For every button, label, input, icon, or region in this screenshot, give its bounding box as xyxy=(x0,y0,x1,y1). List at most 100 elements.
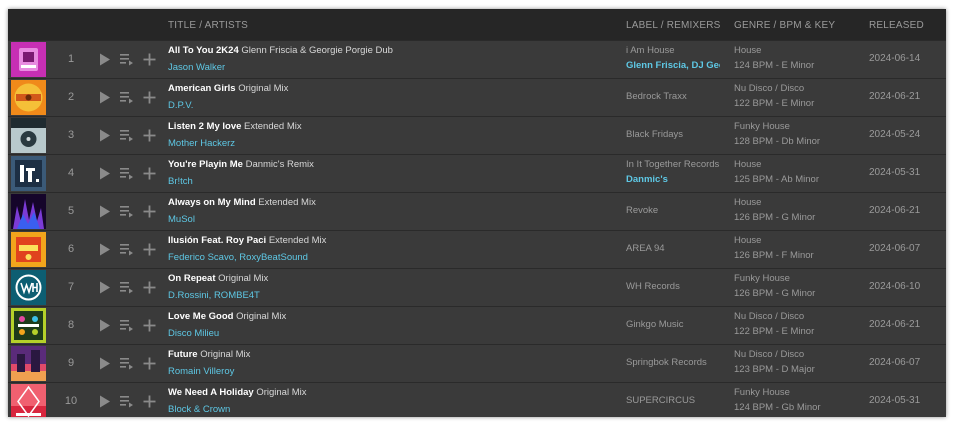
track-row[interactable]: 9 Future Original Mix Romain Villeroy Sprin… xyxy=(8,344,946,382)
track-artwork[interactable] xyxy=(11,194,46,229)
artist-link[interactable]: D.Rossini xyxy=(168,290,209,301)
track-title[interactable]: Love Me Good Original Mix xyxy=(168,311,608,322)
track-artwork[interactable] xyxy=(11,308,46,343)
track-title[interactable]: You're Playin Me Danmic's Remix xyxy=(168,159,608,170)
track-title[interactable]: We Need A Holiday Original Mix xyxy=(168,387,608,398)
label-link[interactable]: Revoke xyxy=(626,205,720,216)
genre-link[interactable]: House xyxy=(734,45,761,56)
track-artwork[interactable] xyxy=(11,156,46,191)
header-label-remixers[interactable]: LABEL / REMIXERS xyxy=(626,20,721,31)
track-title[interactable]: Ilusión Feat. Roy Paci Extended Mix xyxy=(168,235,608,246)
play-icon[interactable] xyxy=(97,204,112,219)
add-to-queue-icon[interactable] xyxy=(119,52,134,67)
track-row[interactable]: 7 On Repeat Original Mix D.Rossini, ROMBE4… xyxy=(8,268,946,306)
label-link[interactable]: Ginkgo Music xyxy=(626,319,720,330)
remixer-link[interactable]: Glenn Friscia, DJ Georgie Porgie xyxy=(626,60,720,71)
add-to-queue-icon[interactable] xyxy=(119,356,134,371)
remixer-link[interactable]: Danmic's xyxy=(626,174,720,185)
track-artwork[interactable] xyxy=(11,42,46,77)
track-title[interactable]: Listen 2 My love Extended Mix xyxy=(168,121,608,132)
genre-link[interactable]: Funky House xyxy=(734,273,790,284)
artist-link[interactable]: D.P.V. xyxy=(168,100,193,111)
artist-link[interactable]: Federico Scavo xyxy=(168,252,234,263)
add-to-playlist-icon[interactable] xyxy=(142,204,157,219)
label-link[interactable]: i Am House xyxy=(626,45,720,56)
track-artwork[interactable] xyxy=(11,270,46,305)
artist-link[interactable]: Jason Walker xyxy=(168,62,225,73)
header-genre-bpm-key[interactable]: GENRE / BPM & KEY xyxy=(734,20,835,31)
artist-link[interactable]: Romain Villeroy xyxy=(168,366,234,377)
add-to-playlist-icon[interactable] xyxy=(142,128,157,143)
label-link[interactable]: WH Records xyxy=(626,281,720,292)
track-artwork[interactable] xyxy=(11,118,46,153)
artist-link[interactable]: RoxyBeatSound xyxy=(239,252,308,263)
genre-link[interactable]: Nu Disco / Disco xyxy=(734,349,804,360)
track-title[interactable]: American Girls Original Mix xyxy=(168,83,608,94)
artist-link[interactable]: MuSol xyxy=(168,214,195,225)
genre-link[interactable]: Nu Disco / Disco xyxy=(734,311,804,322)
add-to-queue-icon[interactable] xyxy=(119,90,134,105)
artist-link[interactable]: Br!tch xyxy=(168,176,193,187)
play-icon[interactable] xyxy=(97,52,112,67)
play-icon[interactable] xyxy=(97,90,112,105)
add-to-playlist-icon[interactable] xyxy=(142,166,157,181)
header-title-artists[interactable]: TITLE / ARTISTS xyxy=(168,20,248,31)
track-row[interactable]: 8 Love Me Good Original Mix Disco Milieu Gi… xyxy=(8,306,946,344)
track-artwork[interactable] xyxy=(11,80,46,115)
genre-link[interactable]: House xyxy=(734,197,761,208)
track-row[interactable]: 6 Ilusión Feat. Roy Paci Extended Mix Fede… xyxy=(8,230,946,268)
genre-link[interactable]: Funky House xyxy=(734,387,790,398)
label-link[interactable]: AREA 94 xyxy=(626,243,720,254)
add-to-playlist-icon[interactable] xyxy=(142,52,157,67)
artist-link[interactable]: Disco Milieu xyxy=(168,328,219,339)
track-artwork[interactable] xyxy=(11,232,46,267)
label-link[interactable]: Bedrock Traxx xyxy=(626,91,720,102)
track-title[interactable]: Future Original Mix xyxy=(168,349,608,360)
play-icon[interactable] xyxy=(97,318,112,333)
genre-link[interactable]: Nu Disco / Disco xyxy=(734,83,804,94)
track-title[interactable]: On Repeat Original Mix xyxy=(168,273,608,284)
track-row[interactable]: 1 All To You 2K24 Glenn Friscia & Georgie… xyxy=(8,40,946,78)
artist-link[interactable]: Block & Crown xyxy=(168,404,230,415)
header-released[interactable]: RELEASED xyxy=(869,20,924,31)
track-row[interactable]: 10 We Need A Holiday Original Mix Block & … xyxy=(8,382,946,417)
add-to-queue-icon[interactable] xyxy=(119,128,134,143)
play-icon[interactable] xyxy=(97,394,112,409)
play-icon[interactable] xyxy=(97,356,112,371)
label-link[interactable]: Springbok Records xyxy=(626,357,720,368)
track-title[interactable]: Always on My Mind Extended Mix xyxy=(168,197,608,208)
add-to-queue-icon[interactable] xyxy=(119,166,134,181)
label-link[interactable]: SUPERCIRCUS xyxy=(626,395,720,406)
add-to-queue-icon[interactable] xyxy=(119,318,134,333)
add-to-queue-icon[interactable] xyxy=(119,204,134,219)
artist-link[interactable]: ROMBE4T xyxy=(214,290,260,301)
add-to-queue-icon[interactable] xyxy=(119,242,134,257)
play-icon[interactable] xyxy=(97,242,112,257)
track-row[interactable]: 5 Always on My Mind Extended Mix MuSol Revo… xyxy=(8,192,946,230)
play-icon[interactable] xyxy=(97,166,112,181)
track-artwork[interactable] xyxy=(11,384,46,417)
add-to-playlist-icon[interactable] xyxy=(142,280,157,295)
label-link[interactable]: Black Fridays xyxy=(626,129,720,140)
label-link[interactable]: In It Together Records xyxy=(626,159,720,170)
genre-link[interactable]: Funky House xyxy=(734,121,790,132)
artist-link[interactable]: Mother Hackerz xyxy=(168,138,235,149)
track-row[interactable]: 3 Listen 2 My love Extended Mix Mother Hac… xyxy=(8,116,946,154)
genre-link[interactable]: House xyxy=(734,235,761,246)
play-icon[interactable] xyxy=(97,128,112,143)
track-title[interactable]: All To You 2K24 Glenn Friscia & Georgie … xyxy=(168,45,608,56)
play-icon[interactable] xyxy=(97,280,112,295)
add-to-playlist-icon[interactable] xyxy=(142,242,157,257)
track-artists: D.P.V. xyxy=(168,100,193,111)
track-row[interactable]: 2 American Girls Original Mix D.P.V. Bedroc… xyxy=(8,78,946,116)
add-to-playlist-icon[interactable] xyxy=(142,90,157,105)
add-to-queue-icon[interactable] xyxy=(119,394,134,409)
genre-link[interactable]: House xyxy=(734,159,761,170)
add-to-playlist-icon[interactable] xyxy=(142,356,157,371)
track-name: All To You 2K24 xyxy=(168,45,239,56)
add-to-playlist-icon[interactable] xyxy=(142,394,157,409)
track-row[interactable]: 4 You're Playin Me Danmic's Remix Br!tch In… xyxy=(8,154,946,192)
add-to-queue-icon[interactable] xyxy=(119,280,134,295)
add-to-playlist-icon[interactable] xyxy=(142,318,157,333)
track-artwork[interactable] xyxy=(11,346,46,381)
